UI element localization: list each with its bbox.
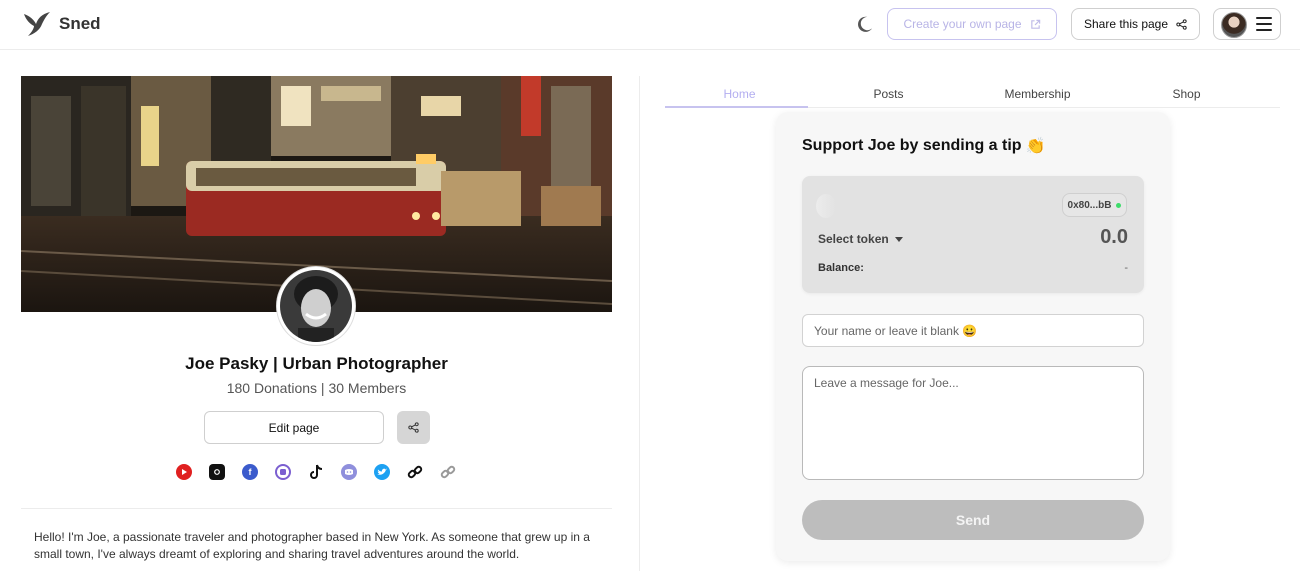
select-token-dropdown[interactable]: Select token [818,232,903,246]
moon-icon[interactable] [855,15,874,34]
balance-label: Balance: [818,262,864,274]
select-token-label: Select token [818,232,889,246]
clap-emoji-icon: 👏 [1025,138,1046,155]
bird-logo-icon [24,12,50,36]
tip-title: Support Joe by sending a tip 👏 [802,136,1046,156]
online-status-dot [1116,202,1122,208]
profile-stats: 180 Donations | 30 Members [226,380,407,396]
hamburger-menu-icon [1256,17,1272,31]
edit-page-button[interactable]: Edit page [204,411,384,444]
profile-photo [280,270,352,342]
twitter-icon[interactable] [374,464,390,480]
tab-home[interactable]: Home [665,84,814,108]
share-page-label: Share this page [1083,17,1169,31]
amount-value[interactable]: 0.0 [1100,226,1128,249]
brand-name: Sned [59,14,101,33]
external-link-icon [1030,19,1040,29]
tip-card: Support Joe by sending a tip 👏 0x80...bB… [776,112,1170,561]
youtube-icon[interactable] [176,464,192,480]
instagram-icon[interactable] [209,464,225,480]
profile-tabs: Home Posts Membership Shop [665,84,1280,108]
share-icon [1176,18,1187,30]
share-page-button[interactable]: Share this page [1071,8,1200,40]
token-placeholder-icon [816,194,836,218]
profile-name: Joe Pasky | Urban Photographer [185,354,448,373]
discord-icon[interactable] [341,464,357,480]
brand-logo[interactable]: Sned [22,10,101,38]
edit-page-label: Edit page [268,420,320,435]
profile-divider [21,508,612,509]
tab-shop[interactable]: Shop [1112,84,1261,107]
share-icon [408,422,419,433]
send-button[interactable]: Send [802,500,1144,540]
user-avatar [1221,12,1247,38]
column-divider [639,76,640,571]
create-page-button[interactable]: Create your own page [887,8,1057,40]
tab-membership[interactable]: Membership [963,84,1112,107]
name-input[interactable] [802,314,1144,347]
tab-posts[interactable]: Posts [814,84,963,107]
facebook-icon[interactable]: f [242,464,258,480]
mastodon-icon[interactable] [275,464,291,480]
profile-bio: Hello! I'm Joe, a passionate traveler an… [34,530,590,561]
token-panel: 0x80...bB Select token 0.0 Balance: - [802,176,1144,293]
share-profile-button[interactable] [397,411,430,444]
message-input[interactable] [802,366,1144,480]
profile-avatar [277,267,355,345]
wallet-address: 0x80...bB [1067,199,1112,211]
create-page-label: Create your own page [903,17,1022,31]
social-links: f [176,464,456,480]
wallet-address-chip[interactable]: 0x80...bB [1062,193,1127,217]
tip-title-text: Support Joe by sending a tip [802,137,1022,154]
link-alt-icon[interactable] [440,464,456,480]
user-menu-button[interactable] [1213,8,1281,40]
tiktok-icon[interactable] [308,464,324,480]
caret-down-icon [894,236,903,242]
balance-value: - [1124,262,1128,274]
top-header: Sned Create your own page Share this pag… [0,0,1300,50]
link-icon[interactable] [407,464,423,480]
